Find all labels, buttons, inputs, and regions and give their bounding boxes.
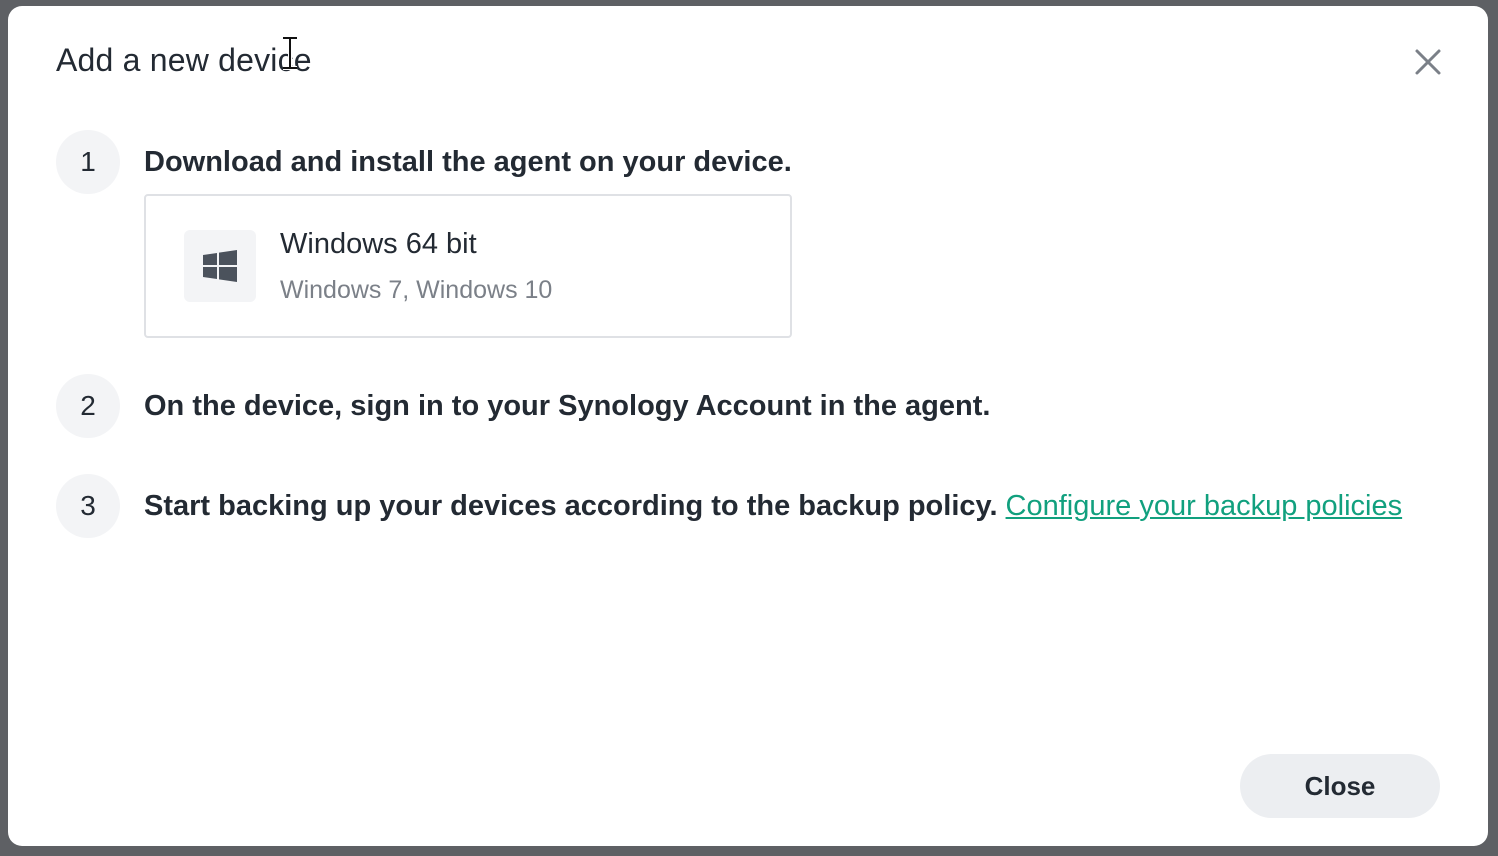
- configure-backup-policies-link[interactable]: Configure your backup policies: [1006, 490, 1403, 522]
- close-button[interactable]: Close: [1240, 754, 1440, 818]
- download-title: Windows 64 bit: [280, 228, 477, 260]
- download-subtitle: Windows 7, Windows 10: [280, 276, 553, 304]
- step-2: 2 On the device, sign in to your Synolog…: [56, 374, 990, 438]
- step-number: 1: [56, 130, 120, 194]
- step-1: 1 Download and install the agent on your…: [56, 130, 792, 194]
- close-icon[interactable]: [1412, 46, 1444, 78]
- step-text: On the device, sign in to your Synology …: [144, 389, 991, 422]
- step-text: Start backing up your devices according …: [144, 489, 998, 522]
- step-number: 3: [56, 474, 120, 538]
- step-3: 3 Start backing up your devices accordin…: [56, 474, 1402, 538]
- windows-icon: [184, 230, 256, 302]
- step-number: 2: [56, 374, 120, 438]
- add-device-dialog: Add a new device 1 Download and install …: [8, 6, 1488, 846]
- dialog-title: Add a new device: [56, 42, 312, 78]
- step-text-container: Start backing up your devices according …: [144, 490, 1402, 523]
- windows-download-card[interactable]: Windows 64 bit Windows 7, Windows 10: [144, 194, 792, 338]
- step-text: Download and install the agent on your d…: [144, 145, 792, 178]
